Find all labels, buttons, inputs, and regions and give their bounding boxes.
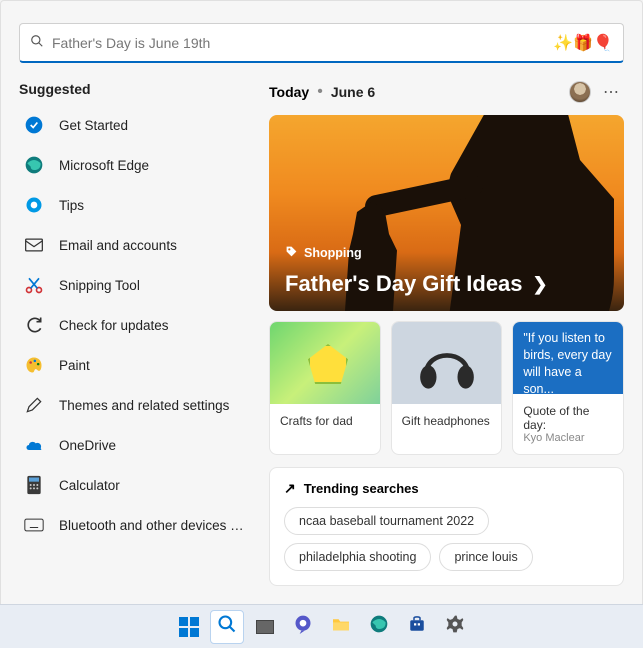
paint-icon <box>23 354 45 376</box>
search-icon <box>30 34 44 51</box>
today-date: June 6 <box>331 84 375 100</box>
search-bar-wrap: ✨🎁🎈 <box>19 23 624 63</box>
taskbar-edge[interactable] <box>362 610 396 644</box>
user-avatar[interactable] <box>569 81 591 103</box>
taskbar-search[interactable] <box>210 610 244 644</box>
search-icon <box>217 614 237 640</box>
get-started-icon <box>23 114 45 136</box>
onedrive-icon <box>23 434 45 456</box>
taskbar-settings[interactable] <box>438 610 472 644</box>
sugg-item-tips[interactable]: Tips <box>19 187 253 223</box>
sugg-item-bluetooth[interactable]: Bluetooth and other devices sett... <box>19 507 253 543</box>
tag-icon <box>285 245 298 261</box>
chevron-right-icon: ❯ <box>533 274 548 295</box>
trending-chip[interactable]: philadelphia shooting <box>284 543 431 571</box>
pen-icon <box>23 394 45 416</box>
today-label: Today <box>269 84 309 100</box>
taskbar-store[interactable] <box>400 610 434 644</box>
edge-icon <box>369 614 389 639</box>
email-icon <box>23 234 45 256</box>
gear-icon <box>445 614 465 639</box>
taskbar-task-view[interactable] <box>248 610 282 644</box>
trending-chip[interactable]: ncaa baseball tournament 2022 <box>284 507 489 535</box>
taskbar-explorer[interactable] <box>324 610 358 644</box>
edge-icon <box>23 154 45 176</box>
trending-icon: ↗ <box>284 480 296 497</box>
sugg-item-paint[interactable]: Paint <box>19 347 253 383</box>
card-headphones[interactable]: Gift headphones <box>391 321 503 455</box>
snipping-tool-icon <box>23 274 45 296</box>
trending-chips: ncaa baseball tournament 2022 philadelph… <box>284 507 609 571</box>
today-header: Today • June 6 ⋯ <box>269 81 624 103</box>
windows-icon <box>179 617 199 637</box>
search-panel: ✨🎁🎈 Suggested Get Started Microsoft Edge… <box>0 0 643 610</box>
hero-card[interactable]: Shopping Father's Day Gift Ideas ❯ <box>269 115 624 311</box>
card-quote-block: "If you listen to birds, every day will … <box>513 322 623 394</box>
card-title: Crafts for dad <box>270 404 380 438</box>
suggested-list: Get Started Microsoft Edge Tips Email an… <box>19 107 253 543</box>
trending-box: ↗ Trending searches ncaa baseball tourna… <box>269 467 624 586</box>
sugg-item-calculator[interactable]: Calculator <box>19 467 253 503</box>
sugg-item-snip[interactable]: Snipping Tool <box>19 267 253 303</box>
taskbar-chat[interactable] <box>286 610 320 644</box>
card-image-headphones <box>392 322 502 404</box>
today-column: Today • June 6 ⋯ Shopping Father's <box>269 81 624 586</box>
card-title-sub: Quote of the day: Kyo Maclear <box>513 394 623 454</box>
taskbar <box>0 604 643 648</box>
taskbar-start[interactable] <box>172 610 206 644</box>
trending-chip[interactable]: prince louis <box>439 543 532 571</box>
suggested-title: Suggested <box>19 81 253 97</box>
celebration-icon: ✨🎁🎈 <box>553 33 613 53</box>
keyboard-icon <box>23 514 45 536</box>
suggested-column: Suggested Get Started Microsoft Edge Tip… <box>19 81 253 586</box>
sugg-item-email[interactable]: Email and accounts <box>19 227 253 263</box>
sugg-item-themes[interactable]: Themes and related settings <box>19 387 253 423</box>
sugg-item-edge[interactable]: Microsoft Edge <box>19 147 253 183</box>
chat-icon <box>293 614 313 639</box>
card-title: Gift headphones <box>392 404 502 438</box>
task-view-icon <box>256 620 274 634</box>
sugg-item-onedrive[interactable]: OneDrive <box>19 427 253 463</box>
cards-row: Crafts for dad Gift headphones "If you l… <box>269 321 624 455</box>
today-separator: • <box>317 83 323 101</box>
card-crafts[interactable]: Crafts for dad <box>269 321 381 455</box>
folder-icon <box>331 616 351 637</box>
hero-category: Shopping <box>285 245 362 261</box>
store-icon <box>408 615 426 638</box>
sugg-item-get-started[interactable]: Get Started <box>19 107 253 143</box>
trending-header: ↗ Trending searches <box>284 480 609 497</box>
refresh-icon <box>23 314 45 336</box>
hero-title: Father's Day Gift Ideas ❯ <box>285 271 548 297</box>
search-input[interactable] <box>52 35 553 51</box>
more-button[interactable]: ⋯ <box>599 82 624 102</box>
card-quote[interactable]: "If you listen to birds, every day will … <box>512 321 624 455</box>
sugg-item-updates[interactable]: Check for updates <box>19 307 253 343</box>
calculator-icon <box>23 474 45 496</box>
card-image-crafts <box>270 322 380 404</box>
search-box[interactable]: ✨🎁🎈 <box>19 23 624 63</box>
tips-icon <box>23 194 45 216</box>
